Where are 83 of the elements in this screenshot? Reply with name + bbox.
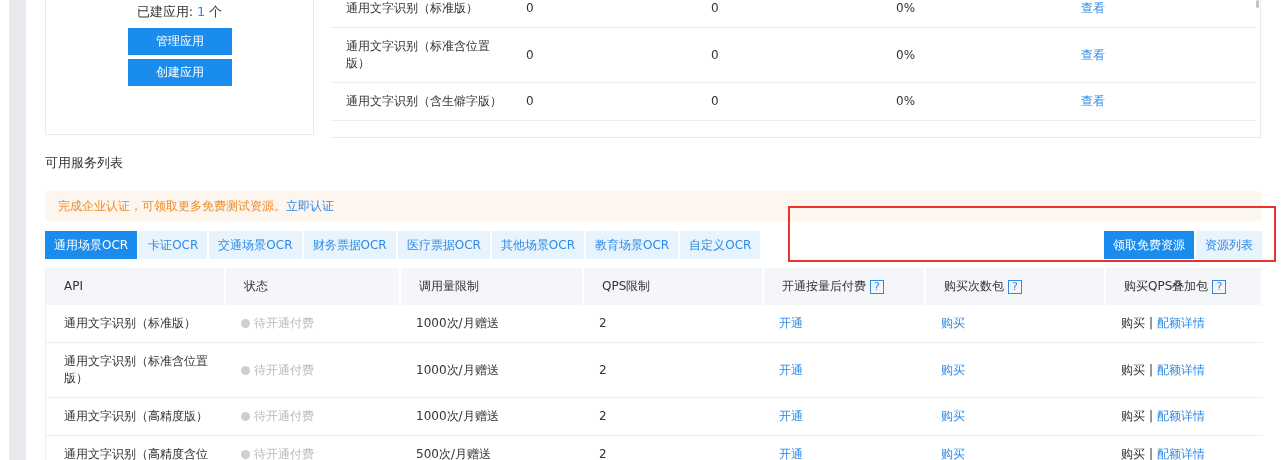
column-header: API [64,278,83,295]
category-tab[interactable]: 财务票据OCR [303,231,396,259]
apps-count: 1 [197,3,206,21]
help-icon[interactable]: ? [870,279,884,294]
free-resource-button[interactable]: 领取免费资源 [1104,231,1194,259]
table-cell: 2 [599,408,607,425]
table-cell: 0% [896,46,916,64]
table-cell: 0 [526,0,534,17]
column-header: 开通按量后付费 [782,278,866,295]
table-cell: 0% [896,0,916,17]
buy-link[interactable]: 购买 [941,315,965,332]
apps-label: 已建应用: [136,3,194,21]
buy-text: 购买 [1121,408,1145,425]
column-header: QPS限制 [602,278,651,295]
table-cell: 0 [711,93,719,110]
quota-detail-link[interactable]: 配额详情 [1157,446,1206,460]
table-cell: 0 [711,46,719,64]
table-cell: 1000次/月赠送 [416,361,499,379]
category-tab[interactable]: 交通场景OCR [209,231,302,259]
column-header: 状态 [244,278,268,295]
scroll-thumb[interactable] [1256,0,1259,8]
table-cell: 0 [526,46,534,64]
apps-unit: 个 [209,3,223,21]
notice-text: 完成企业认证，可领取更多免费测试资源。 [58,197,286,215]
enable-link[interactable]: 开通 [779,446,803,460]
table-cell-text: 通用文字识别（标准含位置版） [345,38,491,72]
category-tab[interactable]: 教育场景OCR [586,231,679,259]
status-text: 待开通付费 [254,315,314,332]
buy-link[interactable]: 购买 [941,408,965,425]
category-tab[interactable]: 卡证OCR [139,231,208,259]
table-cell: 2 [599,361,607,379]
buy-text: 购买 [1121,446,1145,460]
category-tab[interactable]: 通用场景OCR [45,231,138,259]
buy-link[interactable]: 购买 [941,446,965,460]
buy-link[interactable]: 购买 [941,361,965,379]
status-dot [241,412,250,421]
status-text: 待开通付费 [254,361,314,379]
table-cell-text: 通用文字识别（标准版） [345,0,479,17]
table-cell: 2 [599,446,607,460]
table-cell: 2 [599,315,607,332]
resource-list-button[interactable]: 资源列表 [1196,231,1262,259]
category-tab[interactable]: 自定义OCR [680,231,761,259]
table-cell: 500次/月赠送 [416,446,491,460]
status-text: 待开通付费 [254,408,314,425]
table-cell: 0 [526,93,534,110]
buy-text: 购买 [1121,315,1145,332]
enable-link[interactable]: 开通 [779,361,803,379]
status-text: 待开通付费 [254,446,314,460]
verify-link[interactable]: 立即认证 [286,197,334,215]
category-tab[interactable]: 其他场景OCR [491,231,585,259]
category-tab[interactable]: 医疗票据OCR [397,231,490,259]
table-cell-text: 通用文字识别（高精度含位 [63,446,209,460]
help-icon[interactable]: ? [1008,279,1022,294]
separator: | [1149,361,1154,379]
status-dot [241,365,250,375]
table-cell: 1000次/月赠送 [416,315,499,332]
status-dot [241,319,250,328]
enable-link[interactable]: 开通 [779,408,803,425]
column-header: 购买QPS叠加包 [1124,278,1209,295]
separator: | [1149,408,1154,425]
section-title: 可用服务列表 [45,154,124,172]
view-link[interactable]: 查看 [1081,0,1105,17]
separator: | [1149,315,1154,332]
table-cell-text: 通用文字识别（标准版） [63,315,197,332]
status-dot [241,450,250,459]
table-cell-text: 通用文字识别（含生僻字版） [345,93,503,110]
column-header: 购买次数包 [944,278,1004,295]
buy-text: 购买 [1121,361,1145,379]
view-link[interactable]: 查看 [1081,93,1105,110]
enable-link[interactable]: 开通 [779,315,803,332]
column-header: 调用量限制 [419,278,479,295]
quota-detail-link[interactable]: 配额详情 [1157,408,1206,425]
table-cell-text: 通用文字识别（高精度版） [63,408,209,425]
table-cell: 0% [896,93,916,110]
quota-detail-link[interactable]: 配额详情 [1157,315,1206,332]
table-cell: 0 [711,0,719,17]
app-button[interactable]: 管理应用 [127,28,232,55]
help-icon[interactable]: ? [1212,279,1227,294]
table-cell: 1000次/月赠送 [416,408,499,425]
app-button[interactable]: 创建应用 [127,59,232,86]
quota-detail-link[interactable]: 配额详情 [1157,361,1206,379]
table-cell-text: 通用文字识别（标准含位置版） [63,353,209,387]
view-link[interactable]: 查看 [1081,46,1105,64]
